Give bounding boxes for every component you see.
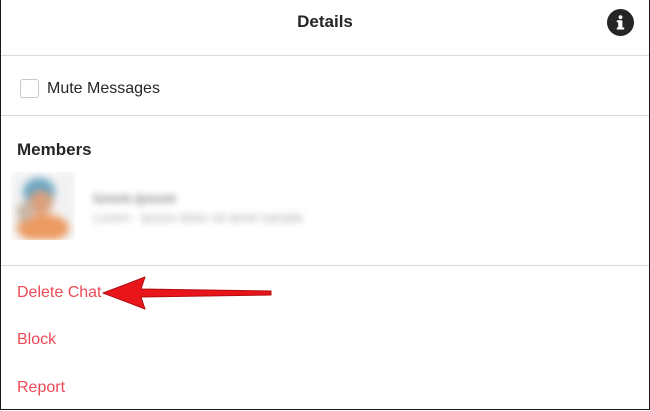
members-section: Members lorem.ipsum Lorem · ipsum dolor … (1, 116, 649, 266)
details-panel: Details Mute Messages Members lorem.ipsu… (0, 0, 650, 410)
list-item[interactable]: lorem.ipsum Lorem · ipsum dolor sit amet… (11, 172, 311, 244)
mute-messages-row[interactable]: Mute Messages (1, 56, 649, 116)
mute-messages-label: Mute Messages (47, 80, 160, 97)
details-header: Details (1, 0, 649, 56)
report-button[interactable]: Report (17, 378, 65, 398)
mute-messages-checkbox[interactable] (20, 79, 39, 98)
delete-chat-button[interactable]: Delete Chat (17, 283, 102, 303)
avatar (11, 172, 75, 240)
member-name: lorem.ipsum (93, 190, 177, 206)
member-subtitle: Lorem · ipsum dolor sit amet sample (93, 210, 304, 225)
members-heading: Members (17, 140, 92, 159)
info-icon[interactable] (607, 9, 634, 36)
block-button[interactable]: Block (17, 330, 56, 350)
page-title: Details (297, 12, 353, 31)
annotation-arrow-icon (102, 276, 272, 310)
